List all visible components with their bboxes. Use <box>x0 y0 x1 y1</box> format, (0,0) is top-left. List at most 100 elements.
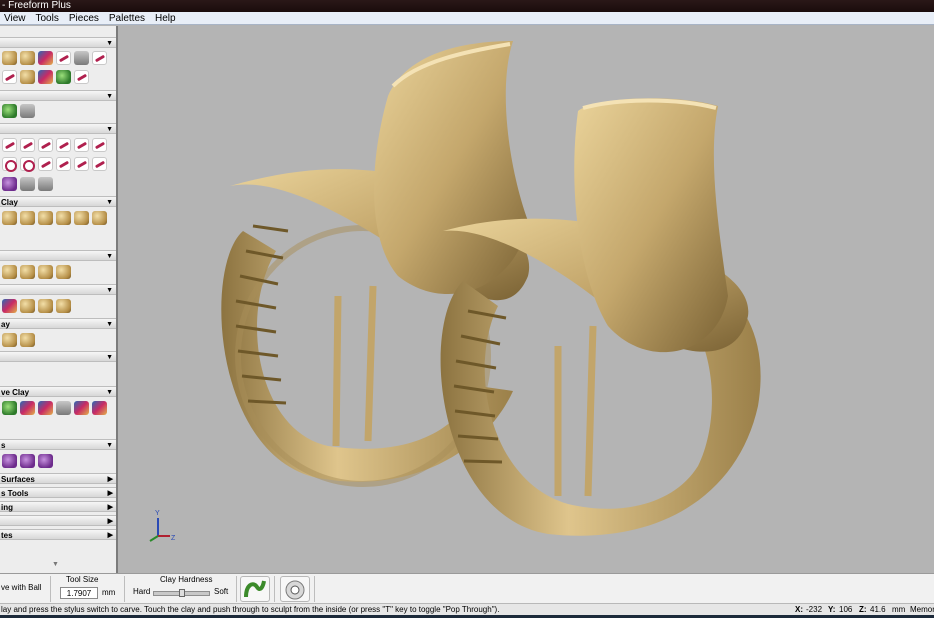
texture-tool-icon[interactable] <box>2 454 17 468</box>
palette-collapsed-item[interactable]: Surfaces ▶ <box>0 473 116 484</box>
sculpt-model-canvas[interactable]: Y Z <box>118 26 934 573</box>
tool-size-input[interactable] <box>60 587 98 599</box>
palette-section-header[interactable]: ve Clay ▼ <box>0 386 116 397</box>
collapse-arrow-icon[interactable]: ▼ <box>106 285 113 296</box>
palette-section-header[interactable]: ay ▼ <box>0 318 116 329</box>
3d-viewport[interactable]: Y Z <box>118 26 934 573</box>
menu-help[interactable]: Help <box>155 12 176 24</box>
expand-arrow-icon[interactable]: ▶ <box>108 474 113 485</box>
curve-tool-icon[interactable] <box>2 70 17 84</box>
collapse-arrow-icon[interactable]: ▼ <box>106 440 113 451</box>
clay-tool-icon[interactable] <box>92 211 107 225</box>
clay-tool-icon[interactable] <box>56 211 71 225</box>
curve-tool-icon[interactable] <box>74 138 89 152</box>
mirror-tool-icon[interactable] <box>38 70 53 84</box>
collapse-arrow-icon[interactable]: ▼ <box>106 251 113 262</box>
curve-tool-icon[interactable] <box>74 70 89 84</box>
clay-tool-icon[interactable] <box>20 265 35 279</box>
palette-collapsed-item[interactable]: ing ▶ <box>0 501 116 512</box>
piece-tool-icon[interactable] <box>20 104 35 118</box>
expand-arrow-icon[interactable]: ▶ <box>108 516 113 527</box>
rectangle-tool-icon[interactable] <box>38 157 53 171</box>
sparkle-tool-icon[interactable] <box>92 401 107 415</box>
menu-palettes[interactable]: Palettes <box>109 12 145 24</box>
curve-tool-icon[interactable] <box>56 157 71 171</box>
clay-tool-icon[interactable] <box>74 211 89 225</box>
tool-icon-row <box>2 454 53 468</box>
palette-section-header[interactable]: ▼ <box>0 37 116 48</box>
mirror-curve-icon[interactable] <box>74 157 89 171</box>
pencil-icon[interactable] <box>20 138 35 152</box>
clay-tool-icon[interactable] <box>20 333 35 347</box>
menu-view[interactable]: View <box>4 12 26 24</box>
texture-tool-icon[interactable] <box>20 454 35 468</box>
expand-arrow-icon[interactable]: ▶ <box>108 488 113 499</box>
palette-section-header[interactable]: ▼ <box>0 351 116 362</box>
clay-tool-icon[interactable] <box>20 51 35 65</box>
carve-tool-icon[interactable] <box>2 401 17 415</box>
collapse-arrow-icon[interactable]: ▼ <box>106 91 113 102</box>
carve-tool-icon[interactable] <box>20 401 35 415</box>
select-tool-icon[interactable] <box>2 299 17 313</box>
collapse-arrow-icon[interactable]: ▼ <box>106 197 113 208</box>
pop-through-icon <box>285 580 305 600</box>
curve-tool-icon[interactable] <box>56 51 71 65</box>
clay-tool-icon[interactable] <box>2 211 17 225</box>
clay-tool-icon[interactable] <box>56 299 71 313</box>
expand-arrow-icon[interactable]: ▶ <box>108 530 113 541</box>
collapse-arrow-icon[interactable]: ▼ <box>106 124 113 135</box>
expand-arrow-icon[interactable]: ▶ <box>108 502 113 513</box>
clay-tool-icon[interactable] <box>2 265 17 279</box>
menu-pieces[interactable]: Pieces <box>69 12 99 24</box>
carve-tool-icon[interactable] <box>38 401 53 415</box>
clay-tool-icon[interactable] <box>20 70 35 84</box>
slider-thumb[interactable] <box>178 589 185 597</box>
line-tool-icon[interactable] <box>92 138 107 152</box>
worm-tool-button[interactable] <box>240 576 270 602</box>
mesh-tool-icon[interactable] <box>38 51 53 65</box>
piece-tool-icon[interactable] <box>2 104 17 118</box>
curve-tool-icon[interactable] <box>38 138 53 152</box>
sparkle-tool-icon[interactable] <box>74 401 89 415</box>
clay-tool-icon[interactable] <box>56 265 71 279</box>
scroll-down-icon[interactable]: ▼ <box>52 561 59 568</box>
circle-tool-icon[interactable] <box>2 157 17 172</box>
pop-through-button[interactable] <box>280 576 310 602</box>
clay-tool-icon[interactable] <box>20 299 35 313</box>
palette-section-header[interactable]: ▼ <box>0 250 116 261</box>
cut-tool-icon[interactable] <box>74 51 89 65</box>
clay-hardness-label: Clay Hardness <box>160 575 213 584</box>
palette-collapsed-item[interactable]: s Tools ▶ <box>0 487 116 498</box>
curve-tool-icon[interactable] <box>56 138 71 152</box>
clay-tool-icon[interactable] <box>2 333 17 347</box>
palette-section-header[interactable]: Clay ▼ <box>0 196 116 207</box>
clay-tool-icon[interactable] <box>2 51 17 65</box>
clay-tool-icon[interactable] <box>38 299 53 313</box>
clay-tool-icon[interactable] <box>20 211 35 225</box>
ellipse-tool-icon[interactable] <box>20 157 35 172</box>
collapse-arrow-icon[interactable]: ▼ <box>106 38 113 49</box>
curve-tool-icon[interactable] <box>92 157 107 171</box>
plane-icon[interactable] <box>20 177 35 191</box>
menu-tools[interactable]: Tools <box>36 12 59 24</box>
palette-section-header[interactable]: ▼ <box>0 90 116 101</box>
collapse-arrow-icon[interactable]: ▼ <box>106 352 113 363</box>
palette-section-header[interactable]: ▼ <box>0 123 116 134</box>
collapse-arrow-icon[interactable]: ▼ <box>106 319 113 330</box>
clay-tool-icon[interactable] <box>38 211 53 225</box>
clay-hardness-slider[interactable] <box>153 589 210 597</box>
status-bar: lay and press the stylus switch to carve… <box>0 603 934 615</box>
palette-section-header[interactable]: ▼ <box>0 284 116 295</box>
move-icon[interactable] <box>38 177 53 191</box>
paint-tool-icon[interactable] <box>56 70 71 84</box>
sketch-tool-icon[interactable] <box>2 138 17 152</box>
palette-collapsed-item[interactable]: tes ▶ <box>0 529 116 540</box>
line-tool-icon[interactable] <box>92 51 107 65</box>
palette-section-header[interactable]: s ▼ <box>0 439 116 450</box>
texture-tool-icon[interactable] <box>38 454 53 468</box>
collapse-arrow-icon[interactable]: ▼ <box>106 387 113 398</box>
box-tool-icon[interactable] <box>56 401 71 415</box>
clay-tool-icon[interactable] <box>38 265 53 279</box>
palette-collapsed-item[interactable]: ▶ <box>0 515 116 526</box>
sketch-plane-icon[interactable] <box>2 177 17 191</box>
